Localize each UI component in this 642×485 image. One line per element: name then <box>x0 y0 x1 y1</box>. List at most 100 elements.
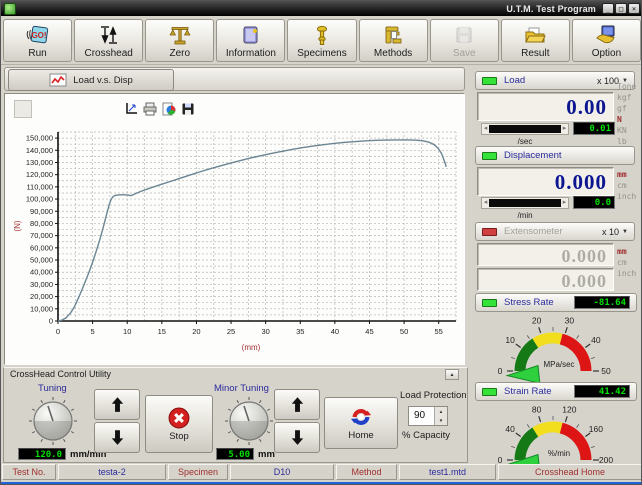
svg-text:30: 30 <box>261 327 269 336</box>
load-protection-unit: % Capacity <box>402 430 450 441</box>
print-icon[interactable] <box>142 101 157 116</box>
chart-tab-bar: Load v.s. Disp <box>4 67 465 91</box>
displacement-rate-display: 0.0 <box>573 196 615 209</box>
spin-down-button[interactable]: ▼ <box>435 416 447 425</box>
window-title: U.T.M. Test Program <box>506 4 596 14</box>
unit-gf[interactable]: gf <box>617 103 636 114</box>
chart-corner-button[interactable] <box>14 100 32 118</box>
strain-rate-label: Strain Rate <box>504 386 552 397</box>
tuning-down-button[interactable] <box>94 422 140 453</box>
svg-text:120,000: 120,000 <box>26 170 53 179</box>
toolbar-button-specimens[interactable]: Specimens <box>287 19 356 62</box>
svg-text:40: 40 <box>591 335 601 345</box>
svg-text:40: 40 <box>331 327 339 336</box>
window-controls: _ □ × <box>602 3 640 14</box>
load-protection-value: 90 <box>409 407 434 425</box>
svg-text:0: 0 <box>49 317 53 326</box>
toolbar-button-information[interactable]: Information <box>216 19 285 62</box>
slider-track <box>489 199 561 207</box>
minor-tuning-knob[interactable] <box>220 394 278 448</box>
save-chart-icon[interactable] <box>180 101 195 116</box>
load-protection-spinner[interactable]: 90 ▲▼ <box>408 406 448 426</box>
unit-inch[interactable]: inch <box>617 268 636 279</box>
stress-rate-display: -81.64 <box>574 296 630 309</box>
toolbar-button-result[interactable]: Result <box>501 19 570 62</box>
palette-icon[interactable] <box>161 101 176 116</box>
svg-text:90,000: 90,000 <box>30 207 53 216</box>
unit-kn[interactable]: KN <box>617 125 636 136</box>
displacement-unit-list[interactable]: mmcminch <box>617 169 636 202</box>
status-cell-specimen-value: D10 <box>230 464 334 480</box>
arrow-up-icon <box>111 396 124 413</box>
extensometer-unit-list[interactable]: mmcminch <box>617 246 636 279</box>
tuning-knob[interactable] <box>24 394 82 448</box>
svg-text:50,000: 50,000 <box>30 256 53 265</box>
strain-rate-header[interactable]: Strain Rate 41.42 <box>475 382 637 401</box>
svg-text:80: 80 <box>532 405 542 415</box>
axes-scale-icon[interactable] <box>123 101 138 116</box>
zero-icon <box>168 23 192 47</box>
unit-cm[interactable]: cm <box>617 257 636 268</box>
stop-button[interactable]: Stop <box>145 395 213 453</box>
unit-kgf[interactable]: kgf <box>617 92 636 103</box>
arrow-down-icon <box>111 429 124 446</box>
crosshead-icon <box>97 23 121 47</box>
toolbar-button-save: Save <box>430 19 499 62</box>
status-cell-method-label: Method <box>336 464 397 480</box>
toolbar-button-run[interactable]: GO!Run <box>3 19 72 62</box>
spinner-buttons: ▲▼ <box>434 407 447 425</box>
restore-button[interactable]: □ <box>615 3 627 14</box>
slider-right-arrow-icon: ▸ <box>561 198 568 208</box>
minimize-button[interactable]: _ <box>602 3 614 14</box>
load-rate-slider[interactable]: ◂▸ <box>481 123 569 135</box>
displacement-rate-slider[interactable]: ◂▸ <box>481 197 569 209</box>
stress-rate-label: Stress Rate <box>504 297 554 308</box>
home-button-label: Home <box>348 430 373 441</box>
displacement-rate-unit: /min <box>481 211 569 220</box>
run-icon: GO! <box>26 23 50 47</box>
toolbar-button-zero[interactable]: Zero <box>145 19 214 62</box>
svg-text:50: 50 <box>601 366 611 376</box>
specimens-icon <box>310 23 334 47</box>
toolbar-button-label: Zero <box>169 48 190 59</box>
extensometer-channel-header[interactable]: Extensometer x 10▼ <box>475 222 635 241</box>
load-channel-header[interactable]: Load x 100▼ <box>475 71 635 90</box>
unit-n[interactable]: N <box>617 114 636 125</box>
minor-tuning-down-button[interactable] <box>274 422 320 453</box>
close-button[interactable]: × <box>628 3 640 14</box>
svg-text:20,000: 20,000 <box>30 292 53 301</box>
unit-mm[interactable]: mm <box>617 246 636 257</box>
arrow-up-icon <box>291 396 304 413</box>
minor-tuning-up-button[interactable] <box>274 389 320 420</box>
svg-text:0: 0 <box>56 327 60 336</box>
toolbar-button-label: Crosshead <box>84 48 132 59</box>
toolbar-button-label: Save <box>453 48 476 59</box>
chart-toolbar <box>123 101 195 116</box>
load-unit-list[interactable]: TonekgfgfNKNlb <box>617 81 636 147</box>
main-toolbar: GO!Run Crosshead Zero InformationSpecimensM… <box>1 17 642 65</box>
svg-text:40,000: 40,000 <box>30 268 53 277</box>
tab-load-vs-disp[interactable]: Load v.s. Disp <box>8 69 174 91</box>
stress-rate-header[interactable]: Stress Rate -81.64 <box>475 293 637 312</box>
extensometer-range-dropdown[interactable]: x 10▼ <box>602 227 628 237</box>
information-icon <box>239 23 263 47</box>
load-displacement-chart: 0510152025303540455055010,00020,00030,00… <box>7 121 462 363</box>
tuning-value-display: 120.0 <box>18 448 66 460</box>
toolbar-button-methods[interactable]: Methods <box>359 19 428 62</box>
spin-up-button[interactable]: ▲ <box>435 407 447 416</box>
tuning-up-button[interactable] <box>94 389 140 420</box>
unit-cm[interactable]: cm <box>617 180 636 191</box>
svg-text:100,000: 100,000 <box>26 195 53 204</box>
displacement-channel-header[interactable]: Displacement <box>475 146 635 165</box>
status-cell-test-no-label: Test No. <box>2 464 56 480</box>
toolbar-button-option[interactable]: Option <box>572 19 641 62</box>
strain-rate-display: 41.42 <box>574 385 630 398</box>
home-button[interactable]: Home <box>324 397 398 449</box>
unit-inch[interactable]: inch <box>617 191 636 202</box>
collapse-panel-button[interactable]: ▲ <box>445 369 459 380</box>
toolbar-button-crosshead[interactable]: Crosshead <box>74 19 143 62</box>
unit-mm[interactable]: mm <box>617 169 636 180</box>
extensometer-value1-display: 0.000 <box>477 243 614 266</box>
crosshead-panel-title: CrossHead Control Utility <box>10 369 111 379</box>
unit-tone[interactable]: Tone <box>617 81 636 92</box>
